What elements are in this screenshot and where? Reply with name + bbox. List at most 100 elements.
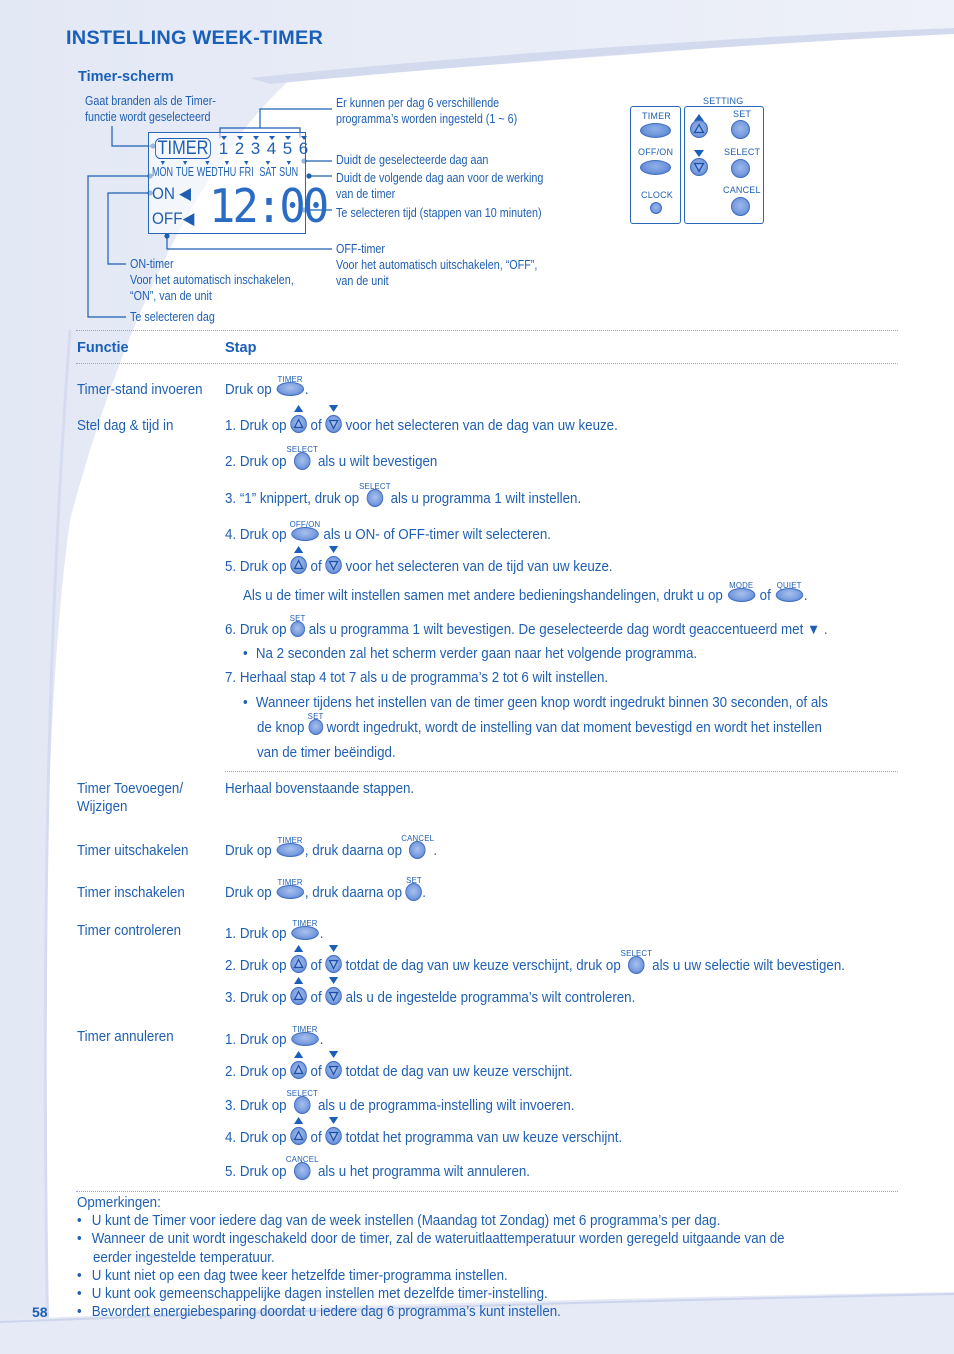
down-button-icon	[325, 546, 342, 575]
icon-caption: TIMER	[277, 835, 303, 846]
step-text: of	[310, 990, 322, 1006]
cancel-step-5: 5. Druk op CANCEL als u het programma wi…	[225, 1154, 531, 1181]
step-text: 2. Druk op	[225, 1064, 287, 1080]
down-triangle-icon	[328, 1131, 339, 1142]
set-button[interactable]	[731, 120, 750, 139]
left-pointer-icon: ◀	[179, 184, 191, 203]
step-disable-timer: Druk op TIMER, druk daarna op CANCEL .	[225, 833, 437, 860]
lcd-program: 6	[297, 136, 310, 157]
lcd-days: MON TUE WED THU FRI SAT SUN	[152, 161, 301, 179]
down-triangle-icon	[328, 991, 339, 1002]
step-text: als u het programma wilt annuleren.	[317, 1164, 531, 1180]
mode-button-icon: MODE	[727, 580, 756, 603]
callout-text: programma’s worden ingesteld (1 ~ 6)	[336, 112, 518, 126]
divider	[76, 1191, 898, 1192]
page-title: INSTELLING WEEK-TIMER	[66, 28, 324, 49]
icon-caption: SELECT	[286, 444, 319, 455]
up-arrow-icon	[293, 405, 304, 413]
up-button-icon	[290, 945, 307, 974]
step-text: als u de ingestelde programma’s wilt con…	[345, 990, 636, 1006]
step-enter-timer-mode: Druk op TIMER.	[225, 374, 309, 399]
lcd-day-label: TUE	[175, 165, 194, 179]
callout-text: OFF-timer	[336, 242, 385, 256]
manual-page: INSTELLING WEEK-TIMER Timer-scherm Gaat …	[0, 0, 954, 1354]
select-button-icon: SELECT	[621, 948, 652, 975]
quiet-button-icon: QUIET	[775, 580, 804, 603]
timer-button-icon: TIMER	[276, 374, 304, 397]
lcd-day: MON	[152, 161, 173, 179]
lcd-program-number: 4	[266, 139, 277, 158]
step-5-note: Als u de timer wilt instellen samen met …	[243, 580, 808, 605]
step-text: 4. Druk op	[225, 527, 287, 543]
callout-text: Voor het automatisch uitschakelen, “OFF”…	[336, 258, 538, 272]
down-button[interactable]	[690, 158, 708, 176]
lcd-day-label: THU	[217, 165, 237, 179]
lcd-day: TUE	[176, 161, 194, 179]
up-arrow-icon	[293, 1117, 304, 1125]
timer-button[interactable]	[640, 123, 671, 138]
cancel-button[interactable]	[731, 197, 750, 216]
callout-text: Voor het automatisch inschakelen,	[130, 273, 294, 287]
step-text: 2. Druk op	[225, 454, 287, 470]
select-button[interactable]	[731, 159, 750, 178]
up-triangle-icon	[293, 1130, 304, 1141]
divider	[225, 771, 898, 772]
step-7-bullet: • Wanneer tijdens het instellen van de ti…	[243, 694, 828, 712]
header-step: Stap	[225, 340, 257, 356]
step-text: voor het selecteren van de tijd van uw k…	[345, 559, 613, 575]
cancel-step-2: 2. Druk op of totdat de dag van uw keuze…	[225, 1051, 573, 1081]
step-text: of	[310, 1130, 322, 1146]
left-pointer-icon: ◀	[182, 209, 195, 228]
step-text: 3. Druk op	[225, 990, 287, 1006]
up-arrow-icon	[293, 546, 304, 554]
note-item: • Bevordert energiebesparing doordat u ie…	[77, 1303, 561, 1321]
step-text: de knop	[257, 720, 305, 736]
lcd-program: 2	[233, 136, 246, 157]
icon-caption: OFF/ON	[289, 519, 321, 530]
callout-select-day: Te selecteren dag	[130, 310, 215, 324]
callout-on-timer: ON-timer Voor het automatisch inschakele…	[130, 256, 294, 304]
icon-caption: SET	[307, 711, 324, 722]
lcd-program-number: 2	[234, 139, 245, 158]
clock-button-label: CLOCK	[641, 190, 674, 200]
cancel-button-label: CANCEL	[723, 185, 761, 195]
callout-text: Er kunnen per dag 6 verschillende	[336, 96, 500, 110]
up-triangle-icon	[293, 990, 304, 1001]
function-enter-timer-mode: Timer-stand invoeren	[77, 382, 203, 398]
set-button-icon: SET	[308, 711, 323, 736]
step-text: voor het selecteren van de dag van uw ke…	[345, 418, 618, 434]
set-button-icon: SET	[290, 613, 305, 638]
up-button-icon	[290, 1051, 307, 1080]
callout-off-timer: OFF-timer Voor het automatisch uitschake…	[336, 241, 537, 289]
check-step-3: 3. Druk op of als u de ingestelde progra…	[225, 977, 636, 1007]
callout-selected-day: Duidt de geselecteerde dag aan	[336, 153, 489, 167]
step-text: wordt ingedrukt, wordt de instelling van…	[326, 720, 822, 736]
step-text: Druk op	[225, 843, 272, 859]
function-disable-timer: Timer uitschakelen	[77, 843, 189, 859]
cancel-step-4: 4. Druk op of totdat het programma van u…	[225, 1117, 622, 1147]
cancel-button-icon: CANCEL	[401, 833, 434, 860]
function-add-change: Timer Toevoegen/ Wijzigen	[77, 780, 183, 816]
step-text: totdat de dag van uw keuze verschijnt.	[345, 1064, 573, 1080]
step-4: 4. Druk op OFF/ON als u ON- of OFF-timer…	[225, 519, 551, 544]
step-text: .	[803, 588, 808, 604]
note-item: • U kunt de Timer voor iedere dag van de …	[77, 1212, 720, 1230]
step-5: 5. Druk op of voor het selecteren van de…	[225, 546, 613, 576]
step-text: of	[310, 559, 322, 575]
note-text: U kunt ook gemeenschappelijke dagen inst…	[91, 1286, 548, 1302]
note-text: Bevordert energiebesparing doordat u ied…	[91, 1304, 561, 1320]
callout-text: van de timer	[336, 187, 396, 201]
step-text: Druk op	[225, 885, 272, 901]
step-text: totdat de dag van uw keuze verschijnt, d…	[345, 958, 621, 974]
lcd-program-number: 1	[218, 139, 229, 158]
function-text: Wijzigen	[77, 799, 128, 815]
off-on-button[interactable]	[640, 160, 671, 175]
lcd-day-label: FRI	[239, 165, 254, 179]
up-button[interactable]	[690, 120, 708, 138]
up-triangle-icon	[693, 123, 705, 134]
page-number: 58	[32, 1304, 48, 1320]
header-function: Functie	[77, 340, 129, 356]
clock-button[interactable]	[650, 202, 662, 214]
down-button-icon	[325, 1117, 342, 1146]
function-set-day-time: Stel dag & tijd in	[77, 418, 174, 434]
